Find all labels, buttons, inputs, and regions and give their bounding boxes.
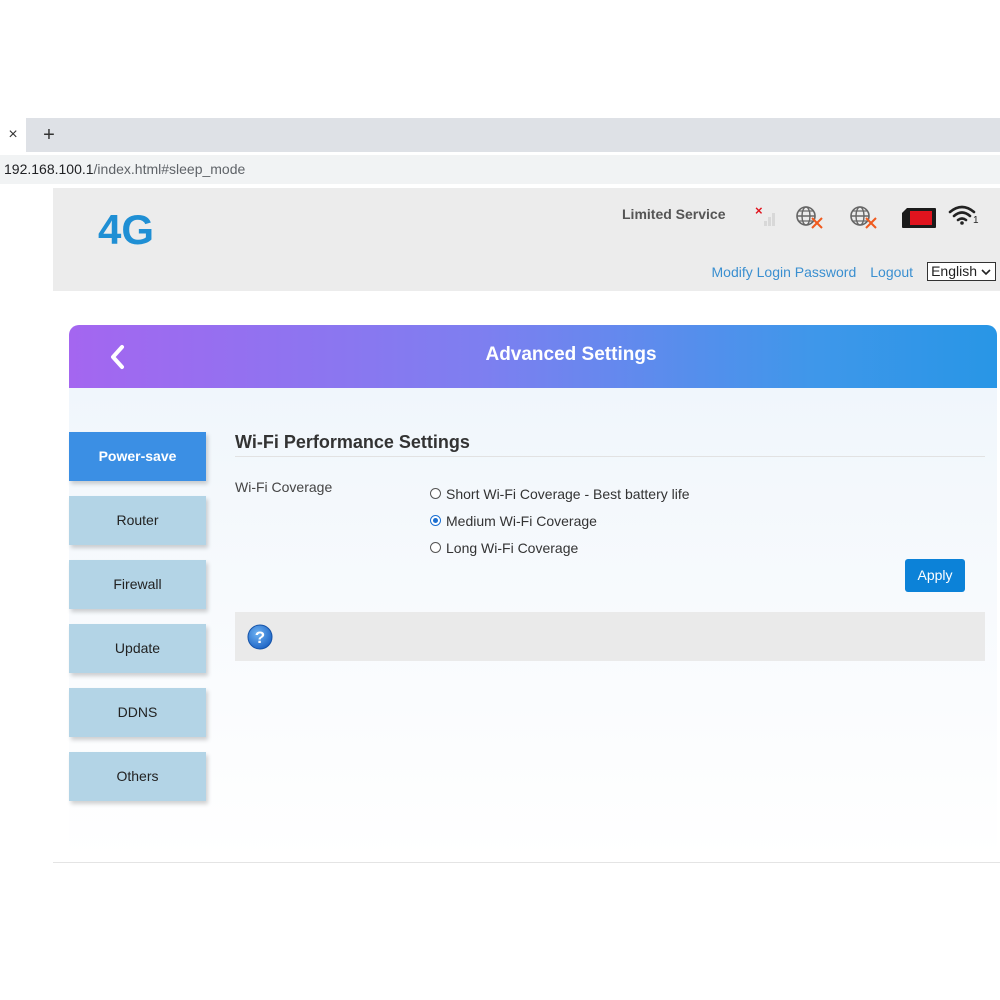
coverage-options: Short Wi-Fi Coverage - Best battery life… [430, 480, 690, 561]
radio-short[interactable] [430, 488, 441, 499]
option-label: Short Wi-Fi Coverage - Best battery life [446, 485, 690, 502]
new-tab-button[interactable]: + [38, 118, 60, 152]
router-page: 4G Limited Service × 1 Modify Login Pass… [53, 188, 1000, 863]
option-label: Medium Wi-Fi Coverage [446, 512, 597, 529]
logout-link[interactable]: Logout [870, 264, 913, 280]
globe-disconnected-icon [795, 204, 825, 235]
option-label: Long Wi-Fi Coverage [446, 539, 579, 556]
url-host: 192.168.100.1 [4, 161, 94, 177]
service-status: Limited Service [622, 206, 726, 222]
signal-no-service-icon: × [753, 203, 777, 233]
wifi-client-count: 1 [973, 215, 979, 226]
chevron-down-icon [981, 268, 991, 275]
radio-long[interactable] [430, 542, 441, 553]
language-select[interactable]: English [927, 262, 996, 281]
coverage-option-short[interactable]: Short Wi-Fi Coverage - Best battery life [430, 480, 690, 507]
globe-disconnected-icon [849, 204, 879, 235]
sidebar-item-power-save[interactable]: Power-save [69, 432, 206, 481]
help-box: ? [235, 612, 985, 661]
logo-4g: 4G [98, 206, 155, 253]
sidebar-item-others[interactable]: Others [69, 752, 206, 801]
header-links: Modify Login Password Logout English [712, 262, 996, 281]
modify-password-link[interactable]: Modify Login Password [712, 264, 857, 280]
svg-text:?: ? [255, 628, 265, 647]
sidebar-item-update[interactable]: Update [69, 624, 206, 673]
address-bar[interactable]: 192.168.100.1/index.html#sleep_mode [0, 155, 1000, 184]
sim-card-icon [901, 207, 937, 234]
page-divider [53, 862, 1000, 863]
url-path: /index.html#sleep_mode [93, 161, 246, 177]
tab-close-icon[interactable]: × [0, 118, 26, 152]
sidebar-item-firewall[interactable]: Firewall [69, 560, 206, 609]
sidebar: Power-save Router Firewall Update DDNS O… [69, 432, 206, 816]
coverage-option-medium[interactable]: Medium Wi-Fi Coverage [430, 507, 690, 534]
section-title: Wi-Fi Performance Settings [235, 432, 985, 457]
panel-header: Advanced Settings [69, 325, 997, 388]
question-mark-icon[interactable]: ? [247, 624, 273, 650]
coverage-label: Wi-Fi Coverage [235, 479, 333, 495]
apply-button[interactable]: Apply [905, 559, 965, 592]
language-value: English [931, 263, 977, 279]
main-content: Wi-Fi Performance Settings Wi-Fi Coverag… [235, 432, 985, 661]
sidebar-item-router[interactable]: Router [69, 496, 206, 545]
svg-text:×: × [755, 204, 763, 218]
radio-medium[interactable] [430, 515, 441, 526]
browser-tabbar: × + [0, 118, 1000, 152]
page-title: Advanced Settings [485, 344, 657, 365]
settings-panel: Advanced Settings Power-save Router Fire… [69, 325, 997, 860]
sidebar-item-ddns[interactable]: DDNS [69, 688, 206, 737]
coverage-option-long[interactable]: Long Wi-Fi Coverage [430, 534, 690, 561]
page-header: 4G Limited Service × 1 Modify Login Pass… [53, 188, 1000, 291]
